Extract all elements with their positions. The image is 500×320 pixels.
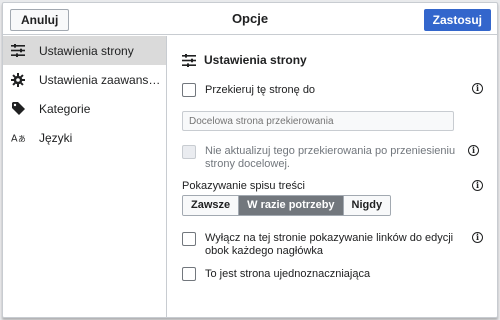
info-icon[interactable]: i: [468, 145, 479, 156]
sidebar-item-label: Języki: [39, 130, 73, 145]
section-title-label: Ustawienia strony: [204, 53, 307, 67]
toc-option-never[interactable]: Nigdy: [343, 196, 391, 215]
toc-option-always[interactable]: Zawsze: [183, 196, 240, 215]
sliders-icon: [182, 53, 196, 67]
sidebar-item-languages[interactable]: Aあ Języki: [3, 123, 166, 152]
no-update-row: Nie aktualizuj tego przekierowania po pr…: [182, 145, 483, 171]
sidebar: Ustawienia strony Ustawienia zaawansowa……: [3, 36, 167, 317]
redirect-label: Przekieruj tę stronę do: [205, 84, 316, 96]
section-title: Ustawienia strony: [182, 53, 307, 67]
disable-edit-links-checkbox[interactable]: [182, 232, 196, 246]
sidebar-item-label: Ustawienia zaawansowa…: [39, 72, 164, 87]
sidebar-item-categories[interactable]: Kategorie: [3, 94, 166, 123]
tag-icon: [11, 102, 25, 116]
page-settings-panel: Ustawienia strony Przekieruj tę stronę d…: [168, 36, 497, 317]
sidebar-item-advanced-settings[interactable]: Ustawienia zaawansowa…: [3, 65, 166, 94]
sidebar-item-label: Ustawienia strony: [39, 43, 134, 58]
disambig-checkbox[interactable]: [182, 267, 196, 281]
dialog-header: Anuluj Opcje Zastosuj: [3, 3, 497, 35]
disable-edit-links-label: Wyłącz na tej stronie pokazywanie linków…: [205, 232, 454, 257]
disable-edit-links-row: Wyłącz na tej stronie pokazywanie linków…: [182, 232, 483, 258]
toc-option-if-needed[interactable]: W razie potrzeby: [239, 196, 344, 215]
sidebar-item-page-settings[interactable]: Ustawienia strony: [3, 36, 166, 65]
disambig-label: To jest strona ujednoznaczniająca: [205, 268, 371, 280]
no-update-label: Nie aktualizuj tego przekierowania po pr…: [205, 145, 456, 170]
disambig-row: To jest strona ujednoznaczniająca: [182, 267, 483, 281]
toc-row: Pokazywanie spisu treści i: [182, 180, 483, 193]
redirect-checkbox[interactable]: [182, 83, 196, 97]
sidebar-item-label: Kategorie: [39, 101, 91, 116]
info-icon[interactable]: i: [472, 83, 483, 94]
no-update-checkbox[interactable]: [182, 145, 196, 159]
info-icon[interactable]: i: [472, 232, 483, 243]
toc-segmented-control: Zawsze W razie potrzeby Nigdy: [182, 195, 392, 216]
redirect-row: Przekieruj tę stronę do i: [182, 83, 483, 97]
svg-text:あ: あ: [18, 134, 25, 143]
info-icon[interactable]: i: [472, 180, 483, 191]
language-icon: Aあ: [11, 131, 25, 145]
svg-text:A: A: [11, 133, 18, 144]
dialog-title: Opcje: [231, 11, 269, 26]
redirect-target-input[interactable]: [182, 111, 454, 131]
apply-button[interactable]: Zastosuj: [423, 9, 491, 31]
options-dialog: Anuluj Opcje Zastosuj Ustawienia strony …: [2, 2, 498, 318]
sliders-icon: [11, 44, 25, 58]
gear-icon: [11, 72, 25, 87]
toc-label: Pokazywanie spisu treści: [182, 180, 305, 192]
